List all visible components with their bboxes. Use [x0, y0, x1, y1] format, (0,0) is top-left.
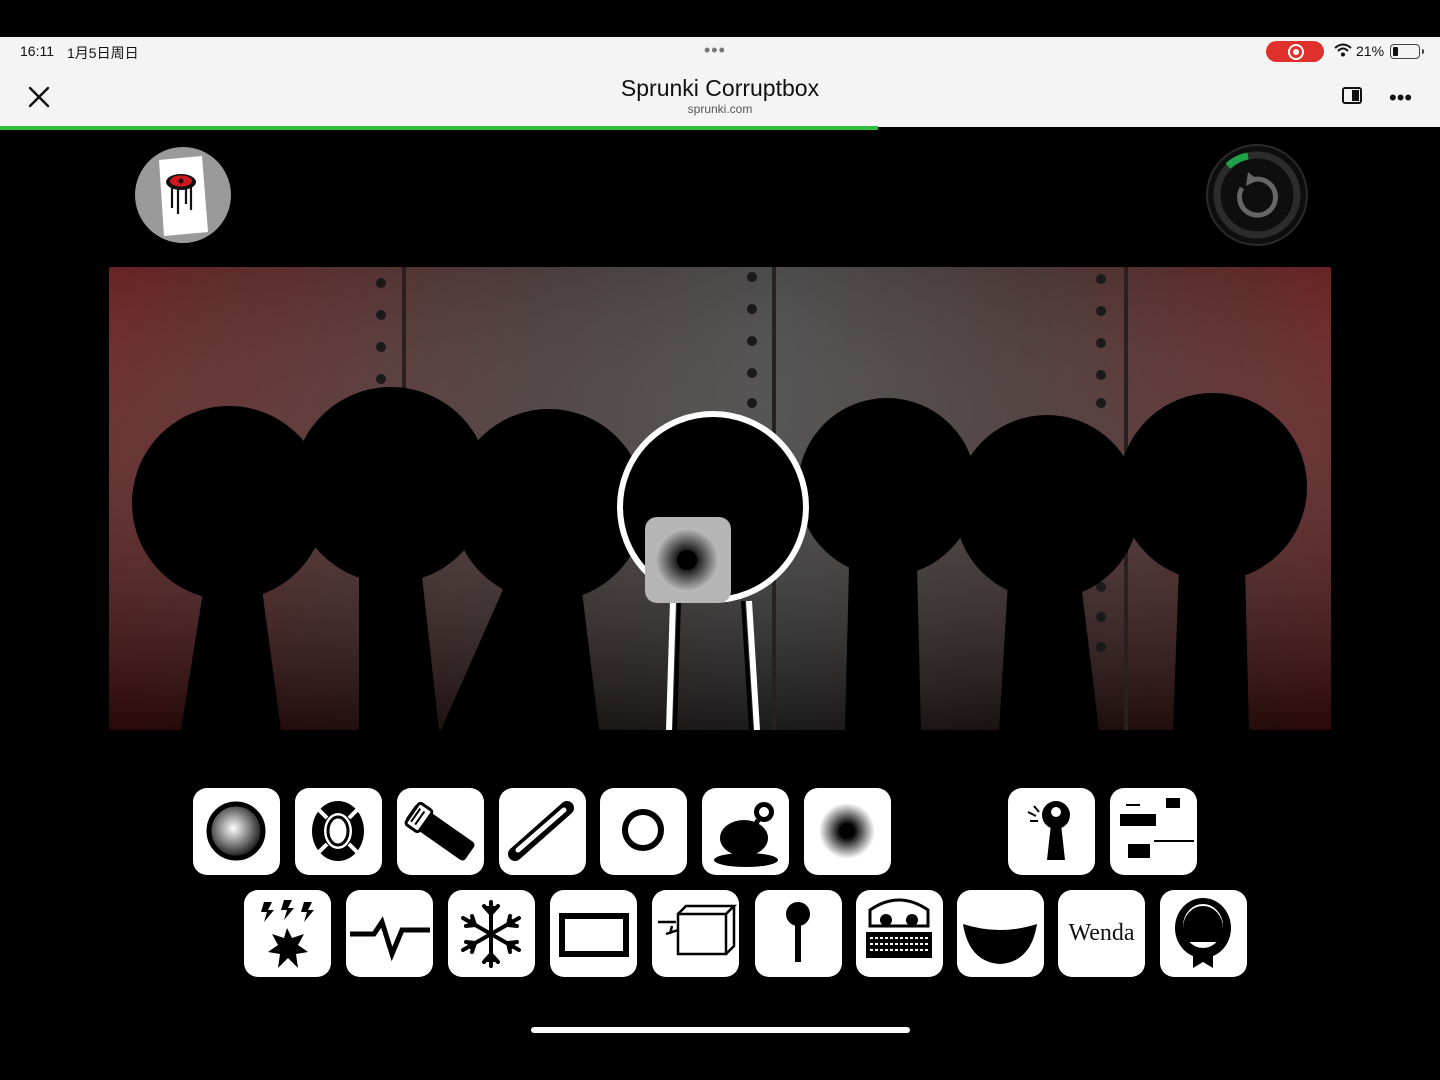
pin-icon — [786, 902, 810, 962]
sound-keyhole-button[interactable] — [1008, 788, 1095, 875]
sound-lifebuoy-button[interactable] — [295, 788, 382, 875]
stick-icon — [508, 801, 574, 861]
sound-pin-button[interactable] — [755, 890, 842, 977]
status-bar — [0, 0, 1440, 37]
lifebuoy-icon — [312, 801, 364, 861]
wenda-label: Wenda — [1068, 920, 1135, 946]
head-icon — [1175, 898, 1231, 968]
box-icon — [658, 904, 738, 956]
sound-stick-button[interactable] — [499, 788, 586, 875]
ring-icon — [622, 809, 664, 851]
snowflake-icon — [461, 900, 521, 968]
sound-snowflake-button[interactable] — [448, 890, 535, 977]
more-options-icon[interactable]: ••• — [1389, 85, 1412, 111]
bars-icon — [1120, 798, 1194, 858]
record-icon — [1288, 44, 1304, 60]
sound-box-button[interactable] — [652, 890, 739, 977]
sound-hole-button[interactable] — [804, 788, 891, 875]
corrupt-mode-button[interactable] — [134, 146, 232, 244]
skull-face-icon — [866, 898, 932, 958]
sound-smile-button[interactable] — [957, 890, 1044, 977]
sound-head-button[interactable] — [1160, 890, 1247, 977]
sound-wenda-button[interactable]: Wenda — [1058, 890, 1145, 977]
wifi-icon — [1334, 43, 1352, 57]
home-indicator[interactable] — [531, 1027, 910, 1033]
sound-blob-button[interactable] — [702, 788, 789, 875]
sidebar-toggle-icon[interactable] — [1342, 87, 1362, 104]
page-domain: sprunki.com — [687, 102, 753, 116]
smile-icon — [963, 924, 1037, 964]
status-time: 16:11 — [20, 43, 54, 59]
blob-icon — [714, 802, 778, 867]
pulse-icon — [350, 916, 430, 962]
page-title: Sprunki Corruptbox — [620, 75, 820, 101]
battery-percent: 21% — [1356, 43, 1385, 59]
page-load-progress — [0, 126, 879, 130]
screen-record-indicator[interactable] — [1266, 41, 1324, 62]
battery-icon — [1390, 44, 1424, 59]
reset-button[interactable] — [1206, 144, 1308, 246]
sound-pulse-button[interactable] — [346, 890, 433, 977]
sound-frame-button[interactable] — [550, 890, 637, 977]
sound-sphere-button[interactable] — [193, 788, 280, 875]
flashlight-icon — [404, 801, 475, 861]
multitask-dots-icon[interactable]: ••• — [704, 40, 726, 61]
keyhole-icon — [1027, 801, 1070, 860]
status-date: 1月5日周日 — [67, 45, 139, 61]
character-stage — [109, 267, 1331, 730]
sound-ring-button[interactable] — [600, 788, 687, 875]
hole-icon — [819, 803, 875, 859]
sound-burst-button[interactable] — [244, 890, 331, 977]
frame-icon — [559, 913, 629, 957]
sound-bars-button[interactable] — [1110, 788, 1197, 875]
bleeding-eye-card-icon — [159, 156, 208, 236]
sound-flashlight-button[interactable] — [397, 788, 484, 875]
sound-skull-face-button[interactable] — [856, 890, 943, 977]
sphere-icon — [206, 801, 266, 861]
lightning-burst-icon — [261, 900, 314, 968]
